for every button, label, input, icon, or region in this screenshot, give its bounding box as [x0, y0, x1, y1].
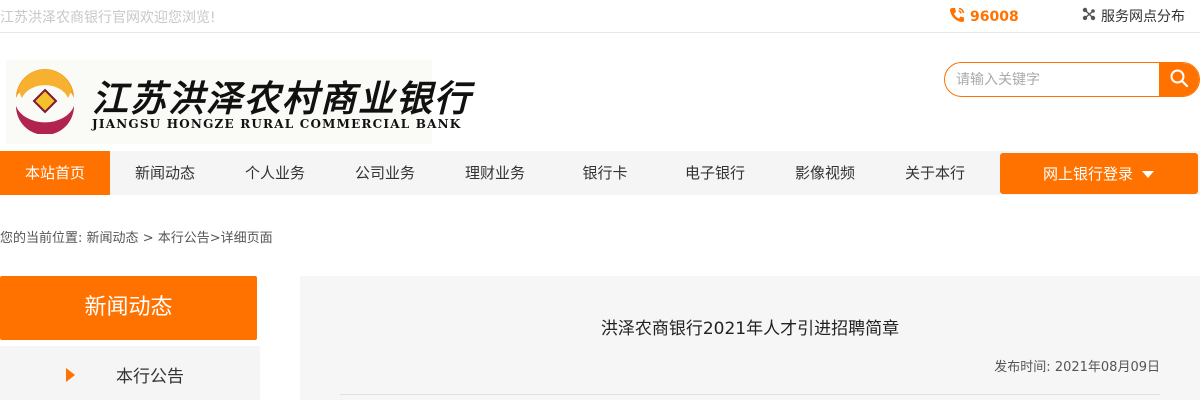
breadcrumb-current: 详细页面	[220, 231, 273, 246]
top-bar: 江苏洪泽农商银行官网欢迎您浏览! 96008 服务网点分布	[0, 0, 1200, 33]
article-panel: 洪泽农商银行2021年人才引进招聘简章 发布时间: 2021年08月09日	[300, 276, 1200, 400]
bank-logo[interactable]: 江苏洪泽农村商业银行 JIANGSU HONGZE RURAL COMMERCI…	[6, 60, 470, 144]
welcome-text: 江苏洪泽农商银行官网欢迎您浏览!	[0, 10, 216, 26]
breadcrumb-link-news[interactable]: 新闻动态	[87, 231, 139, 246]
nav-item-about[interactable]: 关于本行	[880, 151, 990, 195]
search-box	[944, 62, 1200, 97]
search-input[interactable]	[945, 63, 1161, 96]
sidebar-title: 新闻动态	[0, 276, 257, 340]
breadcrumb-separator: >	[142, 231, 154, 246]
search-icon	[1169, 68, 1189, 92]
hotline-number: 96008	[970, 9, 1019, 25]
branch-locator-label: 服务网点分布	[1101, 9, 1185, 25]
bank-emblem-icon	[16, 69, 74, 134]
logo-chinese-name: 江苏洪泽农村商业银行	[92, 78, 473, 120]
publish-date: 发布时间: 2021年08月09日	[994, 356, 1160, 375]
nav-item-wealth[interactable]: 理财业务	[440, 151, 550, 195]
nav-item-home[interactable]: 本站首页	[0, 151, 110, 195]
logo-english-name: JIANGSU HONGZE RURAL COMMERCIAL BANK	[92, 117, 462, 131]
branch-locator-link[interactable]: 服务网点分布	[1081, 6, 1185, 26]
nav-item-corporate[interactable]: 公司业务	[330, 151, 440, 195]
divider	[340, 394, 1160, 395]
nav-item-video[interactable]: 影像视频	[770, 151, 880, 195]
publish-date-label: 发布时间:	[994, 360, 1051, 375]
phone-icon	[948, 6, 966, 28]
network-icon	[1081, 6, 1097, 26]
caret-down-icon	[1141, 165, 1155, 183]
hotline-link[interactable]: 96008	[948, 6, 1019, 28]
breadcrumb-separator: >	[209, 231, 221, 246]
nav-item-news[interactable]: 新闻动态	[110, 151, 220, 195]
breadcrumb-link-notice[interactable]: 本行公告	[158, 231, 210, 246]
online-banking-login-button[interactable]: 网上银行登录	[1000, 153, 1198, 194]
nav-item-personal[interactable]: 个人业务	[220, 151, 330, 195]
nav-item-ebanking[interactable]: 电子银行	[660, 151, 770, 195]
sidebar-item-notice[interactable]: 本行公告	[0, 346, 260, 400]
breadcrumb: 您的当前位置: 新闻动态 > 本行公告>详细页面	[0, 227, 273, 246]
search-button[interactable]	[1159, 63, 1199, 96]
sidebar-item-label: 本行公告	[116, 367, 184, 387]
publish-date-value: 2021年08月09日	[1054, 360, 1160, 375]
nav-item-cards[interactable]: 银行卡	[550, 151, 660, 195]
breadcrumb-prefix: 您的当前位置:	[0, 231, 83, 246]
triangle-right-icon	[66, 368, 75, 382]
article-title: 洪泽农商银行2021年人才引进招聘简章	[600, 319, 900, 339]
login-label: 网上银行登录	[1042, 165, 1133, 183]
